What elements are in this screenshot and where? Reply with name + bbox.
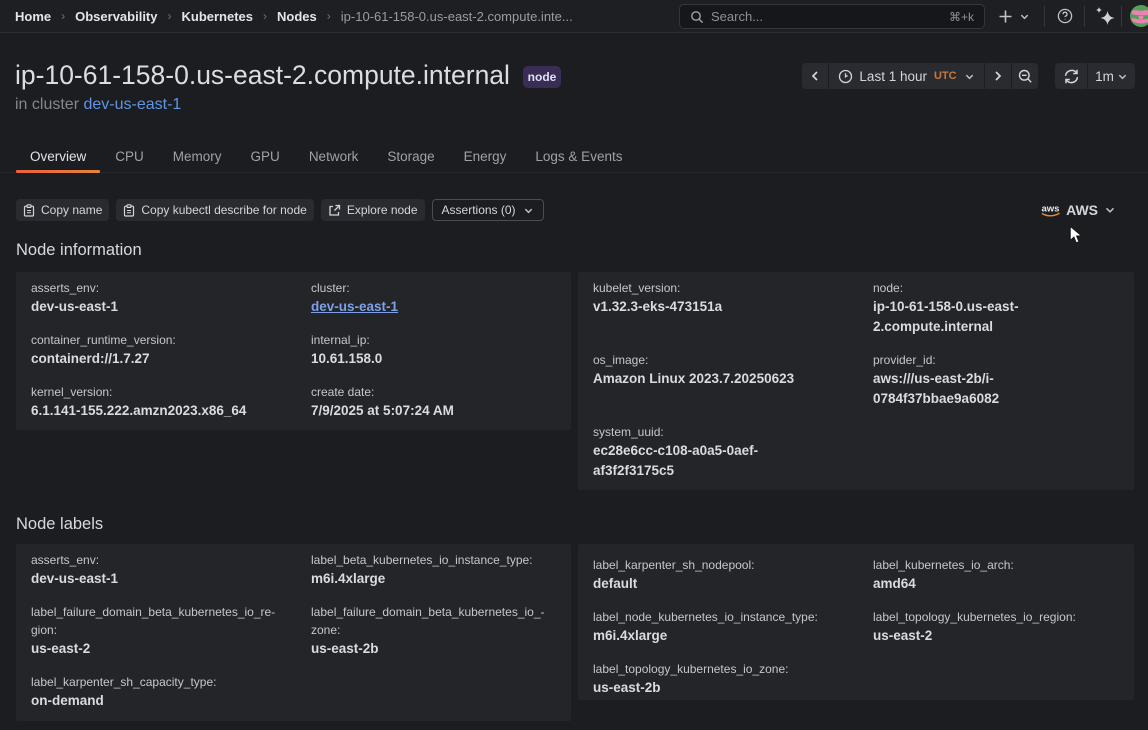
svg-text:aws: aws — [1042, 203, 1060, 214]
